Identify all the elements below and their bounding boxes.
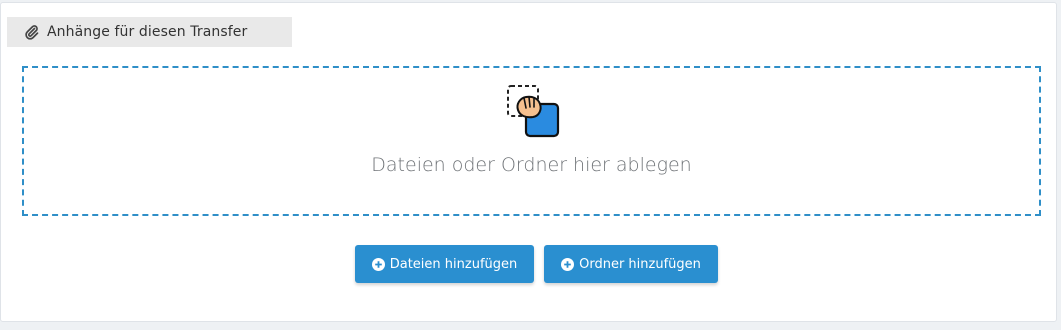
paperclip-icon xyxy=(25,24,39,40)
plus-circle-icon xyxy=(371,257,385,271)
attachments-header: Anhänge für diesen Transfer xyxy=(7,17,292,47)
attachments-title: Anhänge für diesen Transfer xyxy=(47,24,248,40)
add-files-button[interactable]: Dateien hinzufügen xyxy=(355,245,534,283)
attachments-panel: Anhänge für diesen Transfer Dateien oder… xyxy=(0,2,1057,322)
dropzone-text: Dateien oder Ordner hier ablegen xyxy=(371,154,692,176)
plus-circle-icon xyxy=(561,257,575,271)
drag-drop-hand-icon xyxy=(506,84,562,140)
add-files-label: Dateien hinzufügen xyxy=(389,256,518,272)
add-folder-label: Ordner hinzufügen xyxy=(579,256,701,272)
file-dropzone[interactable]: Dateien oder Ordner hier ablegen xyxy=(22,66,1041,216)
add-folder-button[interactable]: Ordner hinzufügen xyxy=(544,245,718,283)
